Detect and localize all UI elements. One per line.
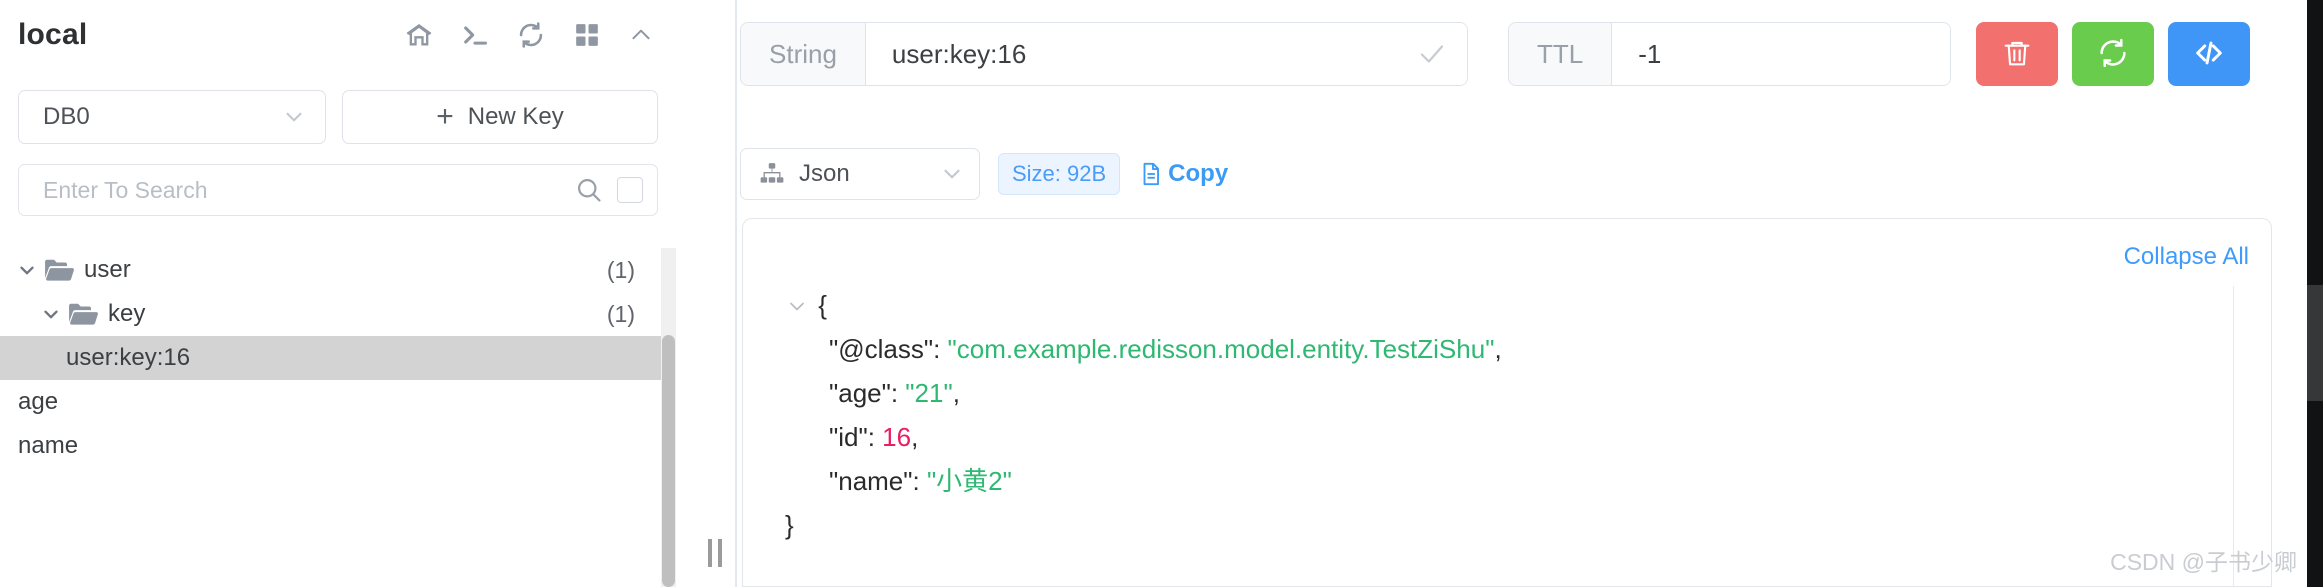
tree-node-label: age <box>18 388 59 415</box>
document-icon <box>1138 161 1164 187</box>
panel-divider <box>735 0 737 587</box>
tree-node-label: user:key:16 <box>66 344 191 371</box>
sidebar-scrollbar[interactable] <box>661 248 676 587</box>
panel-splitter[interactable] <box>700 0 730 587</box>
key-search-box[interactable] <box>18 164 658 216</box>
value-format-value: Json <box>799 160 850 187</box>
db-and-newkey-row: DB0 + New Key <box>18 90 658 144</box>
new-key-button[interactable]: + New Key <box>342 90 658 144</box>
tree-node-label: key <box>108 300 146 327</box>
ttl-label: TTL <box>1509 23 1613 85</box>
ttl-input[interactable] <box>1638 38 1950 70</box>
json-line: } <box>785 503 1502 547</box>
window-scrollbar-thumb[interactable] <box>2307 285 2323 401</box>
search-icon[interactable] <box>575 176 603 204</box>
reload-key-button[interactable] <box>2072 22 2154 86</box>
json-line: "id": 16, <box>785 415 1502 459</box>
json-value: "小黄2" <box>926 466 1012 496</box>
value-viewer: Collapse All {"@class": "com.example.red… <box>742 218 2272 587</box>
chevron-down-icon[interactable] <box>785 294 811 318</box>
folder-open-icon <box>68 301 98 327</box>
grid-icon[interactable] <box>572 20 602 50</box>
value-format-select[interactable]: Json <box>740 148 980 200</box>
database-select[interactable]: DB0 <box>18 90 326 144</box>
chevron-up-icon[interactable] <box>628 22 654 48</box>
delete-key-button[interactable] <box>1976 22 2058 86</box>
value-viewer-scrollbar[interactable] <box>2233 286 2234 586</box>
terminal-icon[interactable] <box>460 20 490 50</box>
tree-key-row[interactable]: user:key:16 <box>0 336 661 380</box>
tree-folder-row[interactable]: key (1) <box>0 292 661 336</box>
tree-key-row[interactable]: age <box>0 380 661 424</box>
json-key: "@class": <box>829 334 948 364</box>
tree-key-row[interactable]: name <box>0 424 661 468</box>
key-action-buttons <box>1976 22 2250 86</box>
confirm-key-name-icon[interactable] <box>1417 39 1447 69</box>
database-select-value: DB0 <box>43 103 90 130</box>
value-size-badge: Size: 92B <box>998 153 1121 195</box>
chevron-down-icon[interactable] <box>14 259 40 281</box>
json-punctuation: } <box>785 510 794 540</box>
sidebar-header-actions <box>404 20 658 50</box>
tree-folder-row[interactable]: user (1) <box>0 248 661 292</box>
json-line: "@class": "com.example.redisson.model.en… <box>785 327 1502 371</box>
sitemap-icon <box>759 161 785 187</box>
collapse-all-button[interactable]: Collapse All <box>2124 243 2249 271</box>
key-name-input[interactable] <box>891 38 1403 70</box>
search-input[interactable] <box>43 176 575 204</box>
json-punctuation: , <box>911 422 919 452</box>
copy-value-button[interactable]: Copy <box>1138 160 1228 188</box>
search-exact-checkbox[interactable] <box>617 177 643 203</box>
json-value: 16 <box>882 422 912 452</box>
connection-name: local <box>18 18 88 51</box>
ttl-field[interactable] <box>1612 23 1950 85</box>
sidebar-header: local <box>18 8 658 62</box>
json-line: { <box>785 283 1502 327</box>
json-value: "com.example.redisson.model.entity.TestZ… <box>947 334 1495 364</box>
splitter-grip-icon <box>708 539 722 587</box>
json-punctuation: , <box>952 378 960 408</box>
ttl-group: TTL <box>1508 22 1951 86</box>
window-scrollbar[interactable] <box>2307 0 2323 587</box>
copy-label: Copy <box>1168 160 1229 187</box>
json-line: "age": "21", <box>785 371 1502 415</box>
sidebar-scrollbar-thumb[interactable] <box>662 335 675 587</box>
tree-node-count: (1) <box>606 300 635 327</box>
json-content: {"@class": "com.example.redisson.model.e… <box>785 283 1502 547</box>
code-icon <box>2192 36 2226 73</box>
json-key: "id": <box>829 422 883 452</box>
json-key: "name": <box>829 466 927 496</box>
key-detail-panel: String TTL <box>740 0 2307 587</box>
json-punctuation: { <box>811 290 827 320</box>
chevron-down-icon[interactable] <box>38 303 64 325</box>
key-type-label: String <box>741 23 866 85</box>
folder-open-icon <box>44 257 74 283</box>
trash-icon <box>2001 37 2033 72</box>
json-punctuation: , <box>1494 334 1502 364</box>
home-icon[interactable] <box>404 20 434 50</box>
chevron-down-icon <box>281 104 307 130</box>
json-key: "age": <box>829 378 906 408</box>
json-line: "name": "小黄2" <box>785 459 1502 503</box>
key-tree: user (1) key (1) user:key:16 age name <box>0 248 661 587</box>
refresh-icon <box>2097 37 2129 72</box>
new-key-label: New Key <box>467 103 564 130</box>
value-format-row: Json Size: 92B Copy <box>740 148 1228 200</box>
tree-node-count: (1) <box>606 256 635 283</box>
json-value: "21" <box>905 378 953 408</box>
refresh-icon[interactable] <box>516 20 546 50</box>
redis-client-window: local DB0 + New Key Enter To Search user… <box>0 0 2323 587</box>
key-name-group: String <box>740 22 1468 86</box>
tree-node-label: user <box>84 256 131 283</box>
key-name-field[interactable] <box>865 23 1467 85</box>
plus-icon: + <box>436 100 454 133</box>
key-browser-sidebar: local DB0 + New Key Enter To Search user… <box>0 0 676 587</box>
view-code-button[interactable] <box>2168 22 2250 86</box>
tree-node-label: name <box>18 432 79 459</box>
chevron-down-icon <box>939 161 965 187</box>
